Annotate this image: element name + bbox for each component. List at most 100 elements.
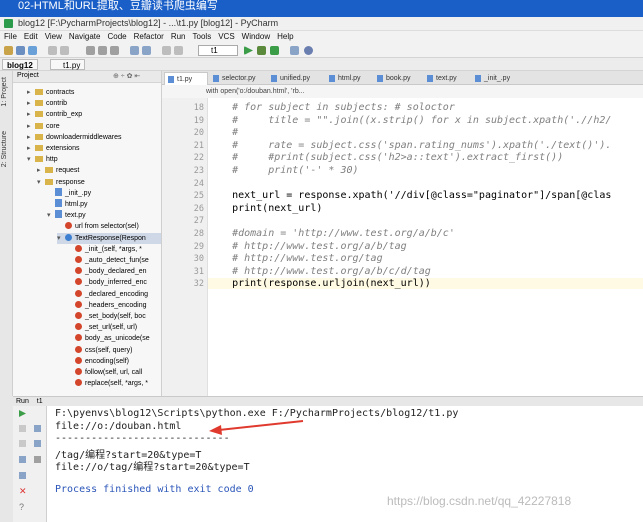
tree-item[interactable]: replace(self, *args, * bbox=[67, 378, 161, 389]
tree-item[interactable]: css(self, query) bbox=[67, 345, 161, 356]
tree-expand-icon[interactable]: ▸ bbox=[27, 109, 35, 120]
run-console[interactable]: https://blog.csdn.net/qq_42227818 F:\pye… bbox=[47, 406, 643, 522]
tree-item[interactable]: _init_(self, *args, * bbox=[67, 244, 161, 255]
debug-icon[interactable] bbox=[257, 46, 266, 55]
code-line[interactable]: print(response.urljoin(next_url)) bbox=[208, 278, 643, 290]
code-line[interactable]: # http://www.test.org/a/b/tag bbox=[208, 241, 407, 252]
replace-icon[interactable] bbox=[142, 46, 151, 55]
tree-expand-icon[interactable]: ▸ bbox=[27, 87, 35, 98]
paste-icon[interactable] bbox=[110, 46, 119, 55]
menu-item-help[interactable]: Help bbox=[277, 31, 293, 43]
tree-item[interactable]: encoding(self) bbox=[67, 356, 161, 367]
tree-expand-icon[interactable]: ▸ bbox=[27, 98, 35, 109]
editor-tab[interactable]: html.py bbox=[326, 72, 372, 85]
tree-item[interactable]: html.py bbox=[47, 199, 161, 210]
settings-icon[interactable] bbox=[290, 46, 299, 55]
stop-icon[interactable] bbox=[19, 425, 26, 432]
save-icon[interactable] bbox=[16, 46, 25, 55]
menu-item-tools[interactable]: Tools bbox=[193, 31, 212, 43]
pin-icon[interactable] bbox=[19, 472, 26, 479]
close-icon[interactable]: ✕ bbox=[19, 487, 27, 496]
tree-item[interactable]: follow(self, url, call bbox=[67, 367, 161, 378]
sync-icon[interactable] bbox=[28, 46, 37, 55]
code-line[interactable]: # print('-' * 30) bbox=[208, 165, 358, 176]
code-line[interactable]: # bbox=[208, 127, 238, 138]
tree-item[interactable]: _auto_detect_fun(se bbox=[67, 255, 161, 266]
help-icon[interactable]: ? bbox=[19, 503, 26, 512]
wrap-icon[interactable] bbox=[19, 456, 26, 463]
code-line[interactable]: next_url = response.xpath('//div[@class=… bbox=[208, 190, 611, 201]
menu-item-view[interactable]: View bbox=[45, 31, 62, 43]
code-line[interactable]: # rate = subject.css('span.rating_nums')… bbox=[208, 140, 611, 151]
menu-item-navigate[interactable]: Navigate bbox=[69, 31, 101, 43]
tree-item[interactable]: url from selector(sel) bbox=[57, 221, 161, 232]
menu-item-refactor[interactable]: Refactor bbox=[134, 31, 164, 43]
tree-item[interactable]: ▸ contracts bbox=[27, 87, 161, 98]
project-view-select[interactable]: Project bbox=[17, 72, 39, 79]
tree-item[interactable]: _set_url(self, url) bbox=[67, 322, 161, 333]
tree-item[interactable]: ▸ extensions bbox=[27, 143, 161, 154]
menu-item-window[interactable]: Window bbox=[242, 31, 270, 43]
editor-tab[interactable]: _init_.py bbox=[472, 72, 522, 85]
forward-icon[interactable] bbox=[60, 46, 69, 55]
menu-item-edit[interactable]: Edit bbox=[24, 31, 38, 43]
code-line[interactable]: # title = "".join((x.strip() for x in su… bbox=[208, 115, 611, 126]
code-line[interactable]: # http://www.test.org/a/b/c/d/tag bbox=[208, 266, 431, 277]
run-config-select[interactable]: t1 bbox=[198, 45, 238, 56]
tree-item[interactable]: _body_declared_en bbox=[67, 266, 161, 277]
run-panel-config[interactable]: t1 bbox=[37, 398, 43, 405]
code-line[interactable]: # for subject in subjects: # soloctor bbox=[208, 102, 455, 113]
project-panel-controls-icon[interactable]: ⊕ ÷ ✿ ⇤ bbox=[113, 72, 140, 80]
tree-expand-icon[interactable]: ▾ bbox=[37, 177, 45, 188]
tree-expand-icon[interactable]: ▾ bbox=[47, 210, 55, 221]
project-tool-tab[interactable]: 1: Project bbox=[1, 77, 12, 107]
tree-expand-icon[interactable]: ▸ bbox=[37, 165, 45, 176]
back-icon[interactable] bbox=[48, 46, 57, 55]
tree-item[interactable]: _set_body(self, boc bbox=[67, 311, 161, 322]
menu-item-vcs[interactable]: VCS bbox=[218, 31, 234, 43]
tree-item[interactable]: ▸ downloadermiddlewares bbox=[27, 132, 161, 143]
tree-item[interactable]: ▾ text.py bbox=[47, 210, 161, 221]
nav-back-icon[interactable] bbox=[162, 46, 171, 55]
nav-forward-icon[interactable] bbox=[174, 46, 183, 55]
code-line[interactable]: # http://www.test.org/tag bbox=[208, 253, 383, 264]
editor-tab[interactable]: text.py bbox=[424, 72, 470, 85]
tree-item[interactable]: ▸ core bbox=[27, 121, 161, 132]
pause-icon[interactable] bbox=[19, 440, 26, 447]
run-icon[interactable] bbox=[244, 46, 253, 55]
menu-item-code[interactable]: Code bbox=[107, 31, 126, 43]
tree-expand-icon[interactable]: ▸ bbox=[27, 132, 35, 143]
tree-expand-icon[interactable]: ▾ bbox=[57, 233, 65, 244]
tree-expand-icon[interactable]: ▸ bbox=[27, 121, 35, 132]
editor-tab[interactable]: t1.py bbox=[164, 72, 208, 85]
tree-item[interactable]: ▸ request bbox=[37, 165, 161, 176]
tree-item[interactable]: ▸ contrib bbox=[27, 98, 161, 109]
open-folder-icon[interactable] bbox=[4, 46, 13, 55]
tree-item[interactable]: body_as_unicode(se bbox=[67, 333, 161, 344]
tree-item[interactable]: _declared_encoding bbox=[67, 289, 161, 300]
menu-item-run[interactable]: Run bbox=[171, 31, 186, 43]
breadcrumb-file[interactable]: t1.py bbox=[50, 59, 86, 70]
tree-item[interactable]: ▾ response bbox=[37, 177, 161, 188]
copy-icon[interactable] bbox=[98, 46, 107, 55]
tree-item[interactable]: _body_inferred_enc bbox=[67, 277, 161, 288]
editor-tab[interactable]: book.py bbox=[374, 72, 422, 85]
code-line[interactable]: #domain = 'http://www.test.org/a/b/c' bbox=[208, 228, 455, 239]
editor-tab[interactable]: unified.py bbox=[268, 72, 324, 85]
scroll-down-icon[interactable] bbox=[34, 425, 41, 432]
code-line[interactable]: print(next_url) bbox=[208, 203, 322, 214]
editor-tab[interactable]: selector.py bbox=[210, 72, 266, 85]
tree-item[interactable]: ▾ http bbox=[27, 154, 161, 165]
tree-item[interactable]: _headers_encoding bbox=[67, 300, 161, 311]
tree-expand-icon[interactable]: ▾ bbox=[27, 154, 35, 165]
menu-item-file[interactable]: File bbox=[4, 31, 17, 43]
rerun-icon[interactable] bbox=[19, 410, 26, 417]
tree-item[interactable]: ▾ TextResponse(Respon bbox=[57, 232, 161, 244]
structure-tool-tab[interactable]: 2: Structure bbox=[1, 131, 12, 167]
breadcrumb-project[interactable]: blog12 bbox=[2, 59, 38, 70]
coverage-icon[interactable] bbox=[270, 46, 279, 55]
tree-item[interactable]: _init_.py bbox=[47, 187, 161, 199]
code-editor[interactable]: # for subject in subjects: # soloctor # … bbox=[208, 98, 643, 396]
delete-icon[interactable] bbox=[34, 456, 41, 463]
tree-item[interactable]: ▸ contrib_exp bbox=[27, 109, 161, 120]
